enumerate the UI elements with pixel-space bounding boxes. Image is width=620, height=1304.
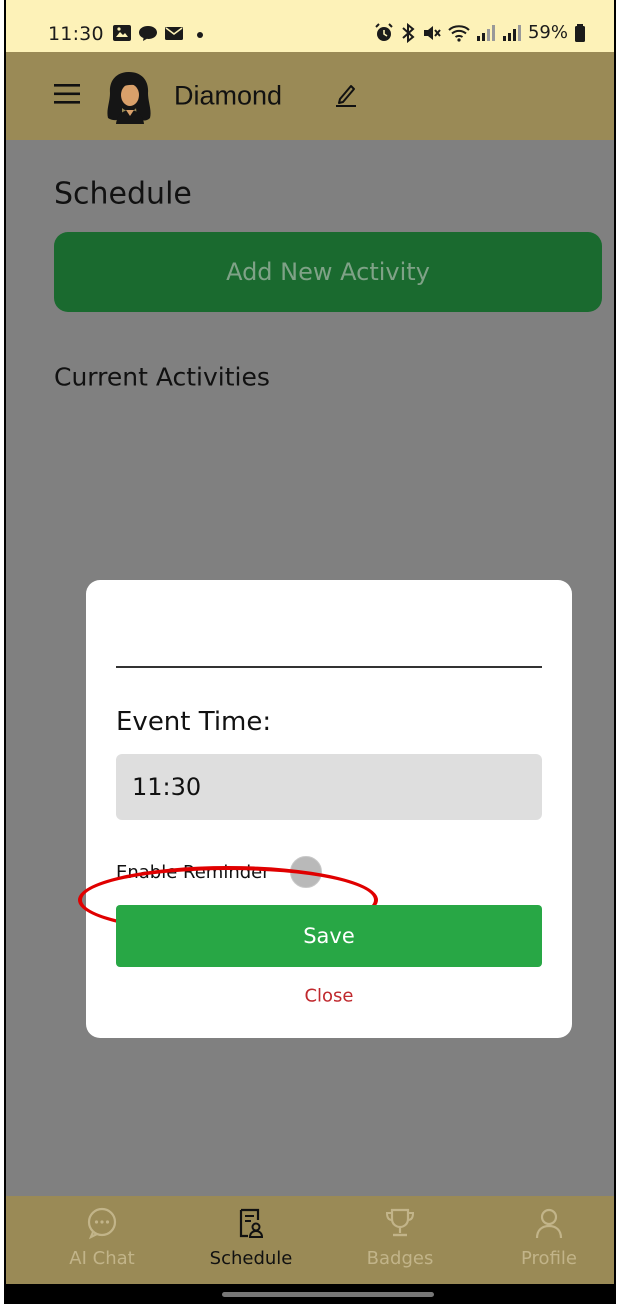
- avatar[interactable]: [104, 70, 154, 124]
- reminder-toggle[interactable]: [289, 856, 322, 888]
- activity-modal: Event Time: 11:30 Enable Reminder Save C…: [78, 580, 572, 1038]
- menu-icon[interactable]: [54, 82, 80, 106]
- user-name: Diamond: [174, 80, 283, 111]
- schedule-page: Schedule Add New Activity Current Activi…: [6, 140, 614, 1196]
- nav-label-badges: Badges: [366, 1248, 434, 1269]
- alarm-icon: [375, 22, 393, 41]
- event-time-field[interactable]: 11:30: [116, 754, 542, 820]
- home-gesture-handle[interactable]: [222, 1292, 434, 1297]
- signal-icon-2: [502, 24, 521, 41]
- mail-icon: [165, 27, 183, 40]
- edit-icon[interactable]: [334, 82, 358, 108]
- nav-label-schedule: Schedule: [209, 1248, 293, 1269]
- gesture-bar: [6, 1284, 614, 1304]
- wifi-icon: [448, 24, 470, 42]
- status-time: 11:30: [48, 23, 104, 45]
- app-bar: Diamond: [6, 52, 614, 140]
- screenshot-frame: 11:30 59% Diamond Schedule Add New Activ…: [0, 0, 620, 1304]
- gallery-icon: [113, 25, 131, 41]
- nav-label-ai-chat: AI Chat: [69, 1248, 135, 1269]
- current-activities-heading: Current Activities: [54, 362, 270, 392]
- add-new-activity-button[interactable]: Add New Activity: [54, 232, 602, 312]
- nav-label-profile: Profile: [521, 1248, 577, 1269]
- save-button[interactable]: Save: [116, 905, 542, 967]
- status-bar: 11:30 59%: [6, 0, 614, 52]
- page-title: Schedule: [54, 176, 192, 212]
- event-time-value: 11:30: [132, 773, 202, 801]
- trophy-icon: [385, 1208, 415, 1237]
- nav-item-badges[interactable]: Badges: [324, 1196, 476, 1284]
- phone-screen: 11:30 59% Diamond Schedule Add New Activ…: [4, 0, 616, 1304]
- battery-percent: 59%: [527, 22, 568, 43]
- close-button[interactable]: Close: [86, 986, 572, 1007]
- status-right: 59%: [374, 22, 586, 43]
- enable-reminder-label: Enable Reminder: [116, 861, 270, 883]
- nav-item-ai-chat[interactable]: AI Chat: [26, 1196, 178, 1284]
- bottom-nav: AI Chat Schedule Badges Profile: [6, 1196, 614, 1284]
- schedule-icon: [239, 1208, 264, 1238]
- activity-name-input[interactable]: [116, 620, 542, 668]
- dot-icon: [197, 32, 203, 38]
- message-icon: [139, 26, 157, 41]
- event-time-label: Event Time:: [116, 707, 272, 737]
- nav-item-profile[interactable]: Profile: [473, 1196, 614, 1284]
- nav-item-schedule[interactable]: Schedule: [175, 1196, 327, 1284]
- profile-icon: [535, 1208, 563, 1239]
- battery-icon: [575, 23, 585, 42]
- bluetooth-icon: [402, 22, 415, 43]
- signal-icon: [476, 24, 495, 41]
- mute-icon: [423, 25, 441, 40]
- chat-icon: [87, 1207, 117, 1240]
- reminder-row: Enable Reminder: [116, 854, 322, 890]
